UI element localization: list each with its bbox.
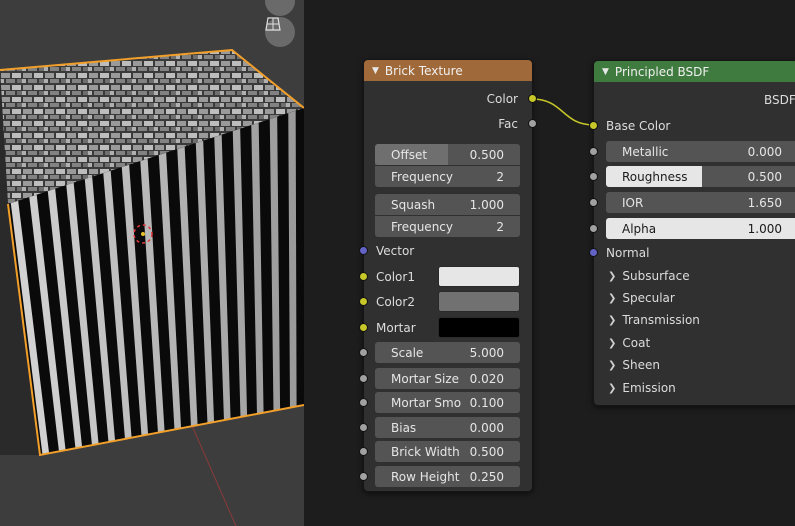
base-color-input: Base Color bbox=[606, 119, 671, 133]
normal-socket[interactable] bbox=[589, 248, 598, 257]
mortar-socket[interactable] bbox=[359, 323, 368, 332]
color1-swatch[interactable] bbox=[438, 266, 520, 287]
chevron-right-icon: ❯ bbox=[608, 337, 617, 349]
roughness-field[interactable]: Roughness 0.500 bbox=[606, 166, 795, 187]
metallic-socket[interactable] bbox=[589, 147, 598, 156]
base-color-socket[interactable] bbox=[589, 121, 598, 130]
output-color-socket[interactable] bbox=[528, 94, 537, 103]
viewport-scene bbox=[0, 48, 304, 526]
bias-socket[interactable] bbox=[359, 423, 368, 432]
ior-socket[interactable] bbox=[589, 198, 598, 207]
output-fac: Fac bbox=[498, 117, 518, 131]
panel-specular[interactable]: ❯ Specular bbox=[608, 288, 675, 308]
vector-socket[interactable] bbox=[359, 246, 368, 255]
mortar-smooth-socket[interactable] bbox=[359, 398, 368, 407]
collapse-chevron-icon[interactable]: ▼ bbox=[602, 67, 609, 77]
color2-swatch[interactable] bbox=[438, 291, 520, 312]
offset-field[interactable]: Offset 0.500 bbox=[375, 144, 520, 165]
alpha-field[interactable]: Alpha 1.000 bbox=[606, 218, 795, 239]
color1-label: Color1 bbox=[376, 270, 415, 284]
shader-node-editor[interactable]: ▼ Brick Texture Color Fac Offset 0.500 Fr… bbox=[304, 0, 795, 526]
mortar-smooth-field[interactable]: Mortar Smo 0.100 bbox=[375, 392, 520, 413]
3d-viewport[interactable] bbox=[0, 0, 304, 526]
alpha-socket[interactable] bbox=[589, 224, 598, 233]
frequency1-field[interactable]: Frequency 2 bbox=[375, 166, 520, 187]
panel-transmission[interactable]: ❯ Transmission bbox=[608, 310, 700, 330]
chevron-right-icon: ❯ bbox=[608, 314, 617, 326]
ior-field[interactable]: IOR 1.650 bbox=[606, 192, 795, 213]
output-color: Color bbox=[486, 92, 518, 106]
roughness-socket[interactable] bbox=[589, 172, 598, 181]
scale-field[interactable]: Scale 5.000 bbox=[375, 342, 520, 363]
brick-texture-node[interactable]: ▼ Brick Texture Color Fac Offset 0.500 Fr… bbox=[359, 59, 537, 492]
panel-coat[interactable]: ❯ Coat bbox=[608, 333, 650, 353]
row-height-field[interactable]: Row Height 0.250 bbox=[375, 466, 520, 487]
node-title: Principled BSDF bbox=[614, 64, 710, 79]
panel-subsurface[interactable]: ❯ Subsurface bbox=[608, 266, 690, 286]
chevron-right-icon: ❯ bbox=[608, 292, 617, 304]
principled-bsdf-header[interactable]: ▼ Principled BSDF bbox=[594, 61, 795, 82]
color1-socket[interactable] bbox=[359, 272, 368, 281]
chevron-right-icon: ❯ bbox=[608, 382, 617, 394]
color2-label: Color2 bbox=[376, 295, 415, 309]
output-fac-socket[interactable] bbox=[528, 119, 537, 128]
frequency2-field[interactable]: Frequency 2 bbox=[375, 216, 520, 237]
collapse-chevron-icon[interactable]: ▼ bbox=[372, 66, 379, 76]
mortar-swatch[interactable] bbox=[438, 317, 520, 338]
color2-socket[interactable] bbox=[359, 297, 368, 306]
chevron-right-icon: ❯ bbox=[608, 270, 617, 282]
normal-input: Normal bbox=[606, 246, 650, 260]
mortar-size-field[interactable]: Mortar Size 0.020 bbox=[375, 368, 520, 389]
mortar-size-socket[interactable] bbox=[359, 374, 368, 383]
scale-socket[interactable] bbox=[359, 348, 368, 357]
vector-input: Vector bbox=[376, 244, 415, 258]
grid-icon[interactable] bbox=[265, 17, 295, 47]
squash-field[interactable]: Squash 1.000 bbox=[375, 194, 520, 215]
bias-field[interactable]: Bias 0.000 bbox=[375, 417, 520, 438]
panel-sheen[interactable]: ❯ Sheen bbox=[608, 355, 660, 375]
chevron-right-icon: ❯ bbox=[608, 359, 617, 371]
panel-emission[interactable]: ❯ Emission bbox=[608, 378, 676, 398]
principled-bsdf-node[interactable]: ▼ Principled BSDF BSDF Base Color Metall… bbox=[589, 60, 795, 406]
brick-width-field[interactable]: Brick Width 0.500 bbox=[375, 441, 520, 462]
node-title: Brick Texture bbox=[384, 63, 463, 78]
brick-texture-header[interactable]: ▼ Brick Texture bbox=[364, 60, 532, 81]
output-bsdf: BSDF bbox=[764, 93, 795, 107]
mortar-label: Mortar bbox=[376, 321, 416, 335]
metallic-field[interactable]: Metallic 0.000 bbox=[606, 141, 795, 162]
brick-width-socket[interactable] bbox=[359, 447, 368, 456]
row-height-socket[interactable] bbox=[359, 472, 368, 481]
